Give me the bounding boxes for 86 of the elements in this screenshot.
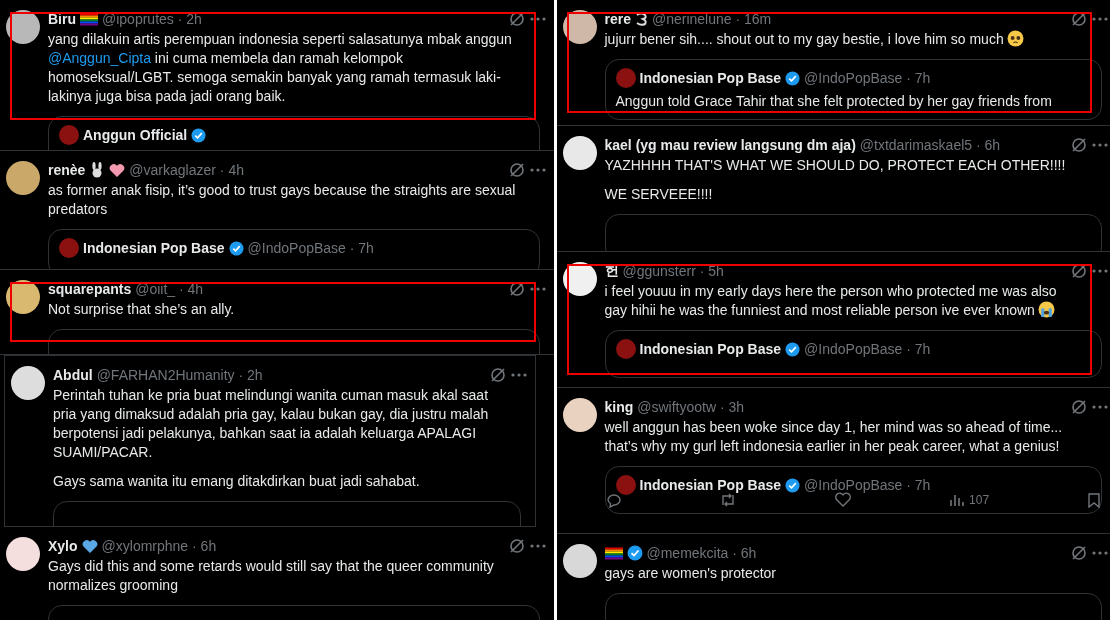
user-name: Indonesian Pop Base (83, 240, 225, 256)
tweet-text: i feel youuu in my early days here the person who protected me was also gay hihii he was the funniest and most reliable person ive ever known (604, 282, 1058, 320)
quoted-text: Anggun told Grace Tahir that she felt protected by her gay friends from (615, 92, 1053, 111)
avatar (59, 125, 79, 145)
view-count: 107 (969, 493, 990, 507)
tweet-text: YAZHHHH THAT'S WHAT WE SHOULD DO, PROTECT EACH OTHER!!!! (604, 156, 1067, 175)
tweet-text: gays are women's protector (604, 564, 778, 583)
avatar[interactable] (562, 10, 597, 44)
user-name: Anggun Official (83, 127, 188, 143)
more-icon[interactable] (1092, 405, 1108, 409)
reply-icon[interactable] (604, 492, 623, 508)
more-icon[interactable] (1092, 269, 1108, 273)
quoted-post-card[interactable]: Indonesian Pop Base @IndoPopBase · 7h (604, 330, 1102, 378)
tweet-text: jujurr bener sih.... shout out to my gay bestie, i love him so much (604, 30, 1082, 49)
handle-and-time[interactable]: @varkaglazer · 4h (129, 162, 244, 178)
avatar[interactable] (562, 136, 597, 170)
more-icon[interactable] (1092, 17, 1108, 21)
more-icon[interactable] (529, 17, 546, 21)
quoted-post-card[interactable]: Indonesian Pop Base @IndoPopBase · 7h Anggun told Grace Tahir that she felt protected by her gay friends from (604, 59, 1102, 120)
avatar[interactable] (6, 280, 40, 314)
user-name[interactable]: Xylo (48, 538, 78, 554)
avatar[interactable] (562, 262, 597, 296)
tweet-text: WE SERVEEE!!!! (604, 185, 714, 204)
heart-icon[interactable] (834, 492, 853, 508)
avatar[interactable] (6, 161, 40, 195)
handle-and-time[interactable]: @swiftyootw · 3h (637, 399, 745, 415)
avatar[interactable] (11, 366, 45, 400)
more-icon[interactable] (510, 373, 527, 377)
avatar (59, 238, 79, 258)
heart-icon (81, 538, 98, 554)
handle-and-time[interactable]: @ipoprutes · 2h (102, 11, 202, 27)
user-name[interactable]: Biru (48, 11, 76, 27)
handle-and-time[interactable]: @xylomrphne · 6h (101, 538, 217, 554)
handle-and-time: @IndoPopBase · 7h (247, 240, 374, 256)
tweet-text: Gays sama wanita itu emang ditakdirkan buat jadi sahabat. (53, 472, 421, 491)
handle-and-time[interactable]: @ggunsterr · 5h (622, 263, 724, 279)
more-icon[interactable] (529, 544, 546, 548)
user-name[interactable]: king (604, 399, 634, 415)
slashed-circle-icon[interactable] (507, 537, 526, 555)
handle-and-time[interactable]: @txtdarimaskael5 · 6h (859, 137, 1001, 153)
more-icon[interactable] (529, 168, 546, 172)
slashed-circle-icon[interactable] (507, 161, 526, 179)
avatar (615, 68, 636, 88)
user-name: Indonesian Pop Base (639, 341, 782, 357)
handle-and-time: @IndoPopBase · 7h (804, 341, 931, 357)
bookmark-icon[interactable] (1085, 492, 1102, 508)
avatar[interactable] (562, 544, 597, 578)
avatar[interactable] (6, 537, 40, 571)
slashed-circle-icon[interactable] (1070, 544, 1088, 562)
handle-and-time[interactable]: @nerinelune · 16m (651, 11, 772, 27)
slashed-circle-icon[interactable] (1070, 136, 1088, 154)
user-name: Indonesian Pop Base (639, 70, 782, 86)
user-name[interactable]: Abdul (53, 367, 93, 383)
more-icon[interactable] (1092, 551, 1108, 555)
handle-and-time[interactable]: @FARHAN2Humanity · 2h (96, 367, 263, 383)
avatar (615, 475, 636, 495)
more-icon[interactable] (529, 287, 546, 291)
crying-face-icon (1037, 301, 1055, 318)
handle-and-time: @IndoPopBase · 7h (804, 70, 931, 86)
handle-and-time: @IndoPopBase · 7h (804, 477, 931, 493)
heart-icon (109, 162, 126, 178)
avatar (615, 339, 636, 359)
verified-badge-icon (626, 545, 643, 561)
more-icon[interactable] (1092, 143, 1108, 147)
mention-link[interactable]: @Anggun_Cipta (48, 50, 151, 66)
tweet-text: Perintah tuhan ke pria buat melindungi wanita cuman masuk akal saat pria yang dimaksud adalah pria gay, kalau bukan gay, dia justru malah berpotensi jadi pelakunya, bahkan saat ia adalah keluarga APALAGI SUAMI/PACAR. (53, 386, 490, 462)
pleading-face-icon (1006, 30, 1024, 47)
user-name[interactable]: rere (604, 11, 631, 27)
user-name[interactable]: squarepants (48, 281, 132, 297)
tweet-text: as former anak fisip, it’s good to trust gays because the straights are sexual predators (48, 181, 517, 219)
user-name[interactable]: kael (yg mau review langsung dm aja) (604, 137, 856, 153)
slashed-circle-icon[interactable] (1070, 398, 1088, 416)
swirl-icon (634, 12, 648, 26)
tweet-text: yang dilakuin artis perempuan indonesia seperti salasatunya mbak anggun @Anggun_Cipta ini cuma membela dan ramah kelompok homoseksual/LGBT. semoga semakin banyak yang ramah termasuk laki-lakinya juga bisa pada jadi orang baik. (48, 30, 513, 106)
tweet-text: Gays did this and some retards would still say that the queer community normalizes grooming (48, 557, 495, 595)
user-name: Indonesian Pop Base (639, 477, 782, 493)
slashed-circle-icon[interactable] (488, 366, 507, 384)
tweet-text: well anggun has been woke since day 1, her mind was so ahead of time... that’s why my gurl left indonesia earlier in her peak career, what a genius! (604, 418, 1064, 456)
bar-chart-icon[interactable] (949, 493, 966, 507)
avatar[interactable] (562, 398, 597, 432)
user-name[interactable]: renèe (48, 162, 86, 178)
rainbow-flag-icon (604, 546, 623, 560)
rainbow-flag-icon (80, 12, 98, 26)
avatar[interactable] (6, 10, 40, 44)
handle-and-time[interactable]: @memekcita · 6h (646, 545, 757, 561)
tweet-text: Not surprise that she’s an ally. (48, 300, 236, 319)
